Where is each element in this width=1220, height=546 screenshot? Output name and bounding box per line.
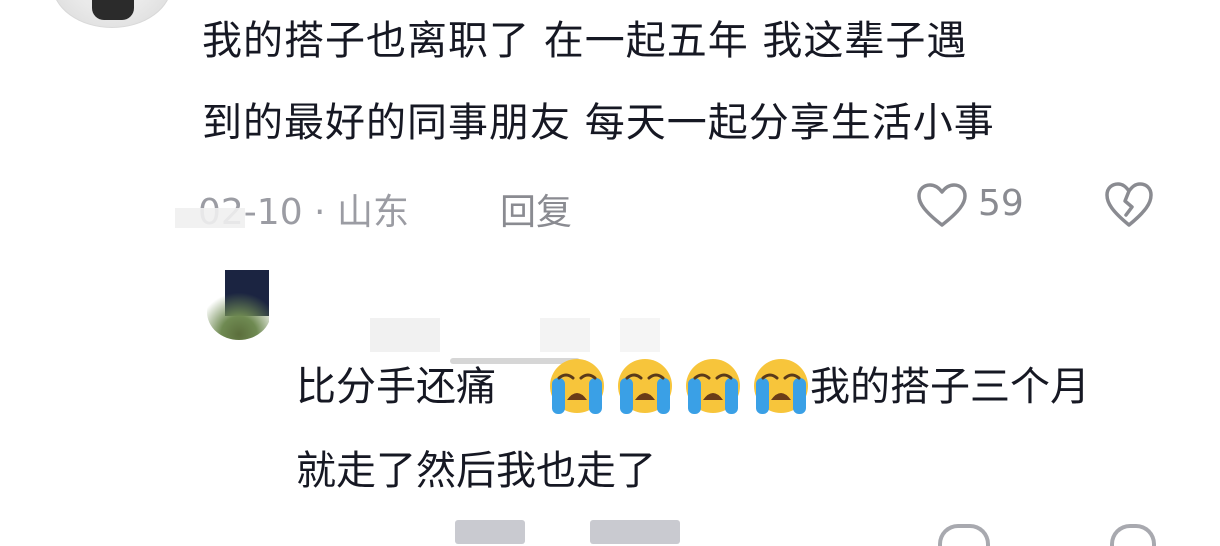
comment-text-line-2: 到的最好的同事朋友 每天一起分享生活小事 <box>202 100 995 146</box>
loudly-crying-face-icon <box>754 359 808 414</box>
commenter-avatar[interactable] <box>52 0 172 28</box>
heart-outline-icon[interactable] <box>938 524 990 546</box>
replier-avatar[interactable] <box>205 270 269 340</box>
avatar-arc <box>207 284 269 340</box>
avatar-hair <box>92 0 134 20</box>
loudly-crying-face-icon <box>686 359 740 414</box>
reply-text-segment-1: 比分手还痛 <box>296 364 496 410</box>
reply-button[interactable]: 回复 <box>500 183 572 235</box>
broken-heart-icon[interactable] <box>1110 524 1156 546</box>
reply-text-segment-2: 我的搭子三个月 <box>810 364 1090 410</box>
redaction-block <box>175 208 245 228</box>
redaction-block <box>370 318 440 352</box>
redaction-block <box>540 318 590 352</box>
cropped-meta-fragment <box>455 520 525 544</box>
cropped-reply-fragment <box>590 520 680 544</box>
heart-outline-icon[interactable] <box>916 183 968 229</box>
reply-meta-row-cropped <box>0 516 1220 546</box>
loudly-crying-face-icon <box>550 359 604 414</box>
broken-heart-icon[interactable] <box>1104 181 1154 229</box>
emoji-group <box>546 356 812 416</box>
loudly-crying-face-icon <box>618 359 672 414</box>
redaction-block <box>620 318 660 352</box>
comment-text-line-1: 我的搭子也离职了 在一起五年 我这辈子遇 <box>202 18 968 64</box>
reply-text-line-2: 就走了然后我也走了 <box>296 448 656 494</box>
like-count: 59 <box>978 183 1024 224</box>
